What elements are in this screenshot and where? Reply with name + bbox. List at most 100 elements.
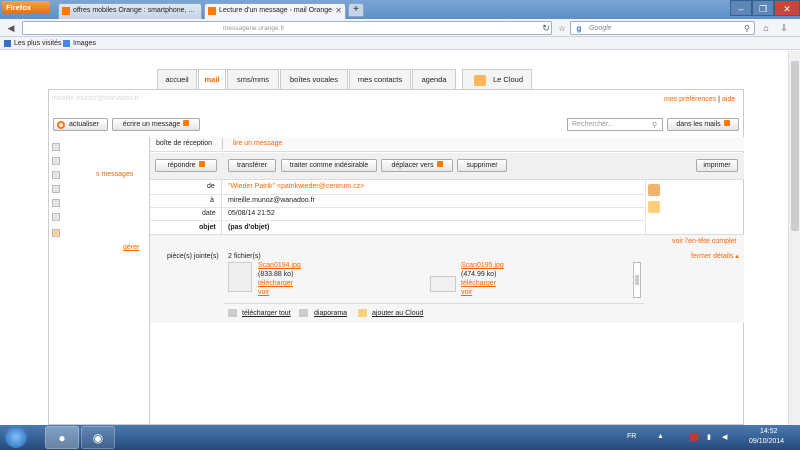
- tab-lecture-message[interactable]: Lecture d'un message - mail Orange ✕: [204, 3, 346, 19]
- attachment-download-link[interactable]: télécharger: [258, 280, 293, 287]
- attachment-name[interactable]: Scan0194.jpg: [258, 262, 301, 269]
- header-row-line: [150, 207, 645, 208]
- subject-label: objet: [199, 224, 216, 231]
- tab-agenda[interactable]: agenda: [412, 69, 456, 89]
- view-full-headers-link[interactable]: voir l'en-tête complet: [672, 238, 736, 245]
- cloud-icon: [358, 309, 367, 317]
- mail-search-input[interactable]: Rechercher...: [567, 118, 663, 131]
- attachment-view-link[interactable]: voir: [461, 289, 472, 296]
- tab-accueil[interactable]: accueil: [157, 69, 197, 89]
- start-button-icon[interactable]: [5, 426, 27, 448]
- clock-time[interactable]: 14:52: [760, 428, 778, 435]
- print-button[interactable]: imprimer: [696, 159, 738, 172]
- to-label: à: [210, 197, 214, 204]
- contact-card-icon[interactable]: [648, 184, 660, 196]
- attachment-thumbnail[interactable]: [228, 262, 252, 292]
- attachment-size: (833.88 ko): [258, 271, 294, 278]
- orange-favicon-icon: [208, 7, 216, 15]
- breadcrumb: boîte de réception lire un message: [150, 137, 744, 152]
- home-icon[interactable]: ⌂: [760, 22, 772, 34]
- inbox-icon[interactable]: [52, 143, 60, 151]
- images-icon: [63, 40, 70, 47]
- move-to-button[interactable]: déplacer vers: [381, 159, 453, 172]
- volume-icon[interactable]: ◀: [722, 433, 727, 441]
- manage-folders-link[interactable]: gérer: [123, 244, 139, 251]
- network-icon[interactable]: ▮: [707, 433, 711, 441]
- refresh-button[interactable]: actualiser: [53, 118, 108, 131]
- sidebar-folder-label[interactable]: s messages: [96, 171, 133, 178]
- reload-icon[interactable]: ↻: [540, 22, 552, 34]
- breadcrumb-divider: [222, 138, 223, 150]
- google-icon[interactable]: g: [573, 23, 585, 35]
- tab-boites-vocales[interactable]: boîtes vocales: [280, 69, 348, 89]
- url-bar[interactable]: messagerie.orange.fr: [22, 21, 552, 35]
- attachment-size: (474.99 ko): [461, 271, 497, 278]
- acrobat-tray-icon[interactable]: [690, 433, 698, 441]
- add-to-cloud-link[interactable]: ajouter au Cloud: [372, 310, 423, 317]
- bookmark-folder-icon: [4, 40, 11, 47]
- download-icon[interactable]: ⇩: [778, 22, 790, 34]
- attachment-download-link[interactable]: télécharger: [461, 280, 496, 287]
- chrome-taskbar-icon[interactable]: ◉: [81, 426, 115, 449]
- spam-icon[interactable]: [52, 229, 60, 237]
- download-all-link[interactable]: télécharger tout: [242, 310, 291, 317]
- tab-mes-contacts[interactable]: mes contacts: [349, 69, 411, 89]
- preferences-link[interactable]: mes préférences: [664, 96, 716, 103]
- taskbar: ● ◉ FR ▲ ▮ ◀ 14:52 09/10/2014: [0, 425, 800, 450]
- trash-icon[interactable]: [52, 213, 60, 221]
- language-indicator[interactable]: FR: [627, 433, 636, 440]
- clock-date[interactable]: 09/10/2014: [749, 438, 784, 445]
- breadcrumb-folder[interactable]: boîte de réception: [156, 140, 212, 147]
- subject-value: (pas d'objet): [228, 224, 270, 231]
- star-icon[interactable]: ☆: [556, 23, 568, 35]
- attachment-name[interactable]: Scan0195.jpg: [461, 262, 504, 269]
- page-scrollbar[interactable]: [788, 51, 800, 425]
- attachment-view-link[interactable]: voir: [258, 289, 269, 296]
- slideshow-link[interactable]: diaporama: [314, 310, 347, 317]
- tab-offres-mobiles[interactable]: offres mobiles Orange : smartphone, ...: [58, 3, 202, 19]
- browser-title-bar: Firefox offres mobiles Orange : smartpho…: [0, 0, 800, 19]
- cloud-icon: [474, 75, 486, 86]
- tab-le-cloud[interactable]: Le Cloud: [462, 69, 532, 89]
- compose-button[interactable]: écrire un message: [112, 118, 200, 131]
- header-links: mes préférences | aide: [664, 96, 735, 103]
- sent-icon[interactable]: [52, 185, 60, 193]
- mark-spam-button[interactable]: traiter comme indésirable: [281, 159, 377, 172]
- attachments-scrollbar[interactable]: [633, 262, 641, 298]
- web-search-input[interactable]: Google: [570, 21, 755, 35]
- search-icon[interactable]: ⚲: [741, 23, 753, 35]
- tab-mail[interactable]: mail: [198, 69, 226, 90]
- delete-button[interactable]: supprimer: [457, 159, 507, 172]
- close-window-icon[interactable]: ✕: [774, 0, 800, 16]
- attachment-thumbnail[interactable]: [430, 276, 456, 292]
- bookmark-most-visited[interactable]: Les plus visités: [14, 37, 61, 50]
- to-value: mireille.munoz@wanadoo.fr: [228, 197, 315, 204]
- search-icon[interactable]: ⚲: [652, 121, 657, 129]
- search-scope-select[interactable]: dans les mails: [667, 118, 739, 131]
- from-value[interactable]: "Wieder Patrik" <patrikwieder@centrum.cz…: [228, 183, 364, 190]
- attachments-label: pièce(s) jointe(s): [167, 253, 219, 260]
- forward-button[interactable]: transférer: [228, 159, 276, 172]
- folder-icon[interactable]: [52, 157, 60, 165]
- calendar-icon[interactable]: [648, 201, 660, 213]
- new-tab-button[interactable]: +: [348, 3, 364, 17]
- maximize-icon[interactable]: ❐: [752, 0, 774, 16]
- help-link[interactable]: aide: [722, 96, 735, 103]
- reply-button[interactable]: répondre: [155, 159, 217, 172]
- firefox-menu-button[interactable]: Firefox: [2, 1, 50, 14]
- tray-icon[interactable]: ▲: [657, 433, 664, 440]
- drafts-icon[interactable]: [52, 199, 60, 207]
- scrollbar-thumb[interactable]: [791, 61, 799, 231]
- firefox-taskbar-icon[interactable]: ●: [45, 426, 79, 449]
- tab-sms-mms[interactable]: sms/mms: [227, 69, 279, 89]
- hide-details-label: fermer détails: [691, 253, 734, 260]
- close-tab-icon[interactable]: ✕: [335, 4, 342, 18]
- folder-icon[interactable]: [52, 171, 60, 179]
- links-separator: |: [718, 96, 720, 103]
- scrollbar-thumb[interactable]: [635, 275, 639, 285]
- hide-details-link[interactable]: fermer détails ▴: [691, 252, 739, 260]
- bookmark-images[interactable]: Images: [73, 37, 96, 50]
- minimize-icon[interactable]: ‒: [730, 0, 752, 16]
- folder-sidebar: [48, 137, 150, 425]
- back-icon[interactable]: ◀: [5, 22, 17, 34]
